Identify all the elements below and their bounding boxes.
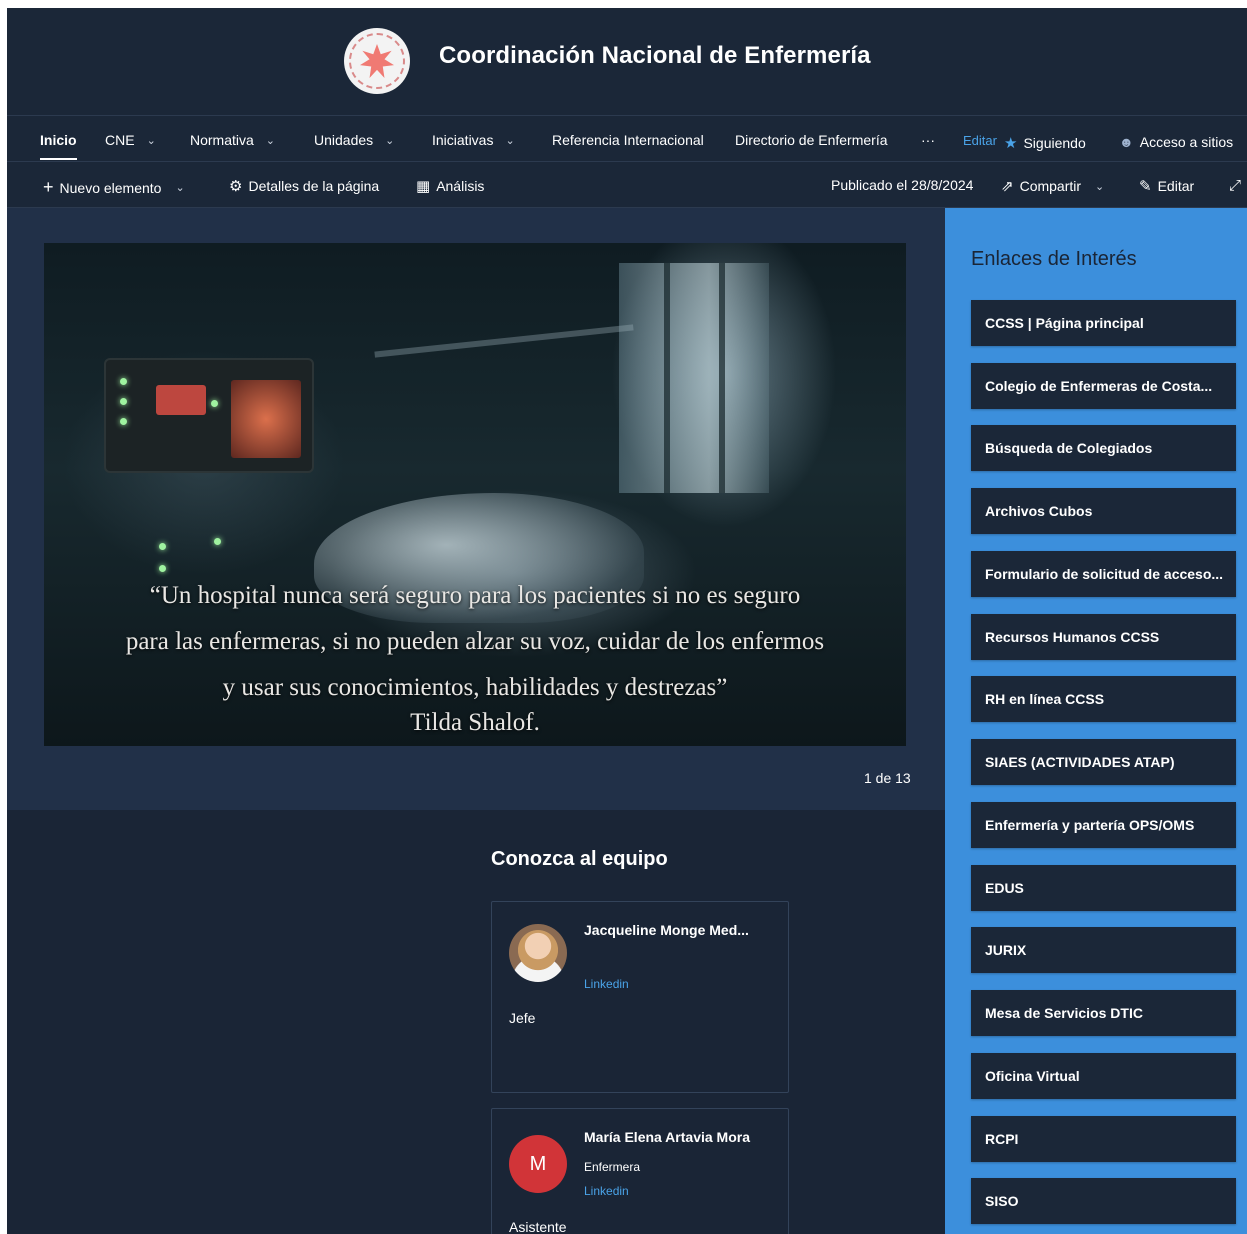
share-icon: ⇗	[1001, 178, 1014, 195]
new-item-button[interactable]: + Nuevo elemento ⌄	[43, 177, 185, 198]
star-icon: ★	[1004, 135, 1018, 152]
chevron-down-icon: ⌄	[1095, 180, 1105, 193]
nav-item-label: Normativa	[190, 132, 254, 148]
member-role: Jefe	[509, 1010, 536, 1026]
quote-line: y usar sus conocimientos, habilidades y …	[222, 674, 728, 701]
hero-carousel-section: “Un hospital nunca será seguro para los …	[7, 208, 945, 810]
people-icon: ☻	[1119, 134, 1134, 150]
quick-link-tile[interactable]: Búsqueda de Colegiados	[971, 425, 1236, 471]
chevron-down-icon: ⌄	[146, 134, 156, 147]
nav-item-label: Referencia Internacional	[552, 132, 704, 148]
avatar[interactable]: M	[509, 1135, 567, 1193]
quick-link-tile[interactable]: Formulario de solicitud de acceso...	[971, 551, 1236, 597]
plus-icon: +	[43, 177, 54, 197]
linkedin-link[interactable]: Linkedin	[584, 1184, 629, 1198]
edit-page-button[interactable]: ✎ Editar	[1139, 177, 1194, 195]
page-details-label: Detalles de la página	[248, 178, 380, 194]
quick-link-tile[interactable]: Colegio de Enfermeras de Costa...	[971, 363, 1236, 409]
chevron-down-icon: ⌄	[385, 134, 395, 147]
nav-item-unidades[interactable]: Unidades ⌄	[314, 132, 394, 148]
nav-item-normativa[interactable]: Normativa ⌄	[190, 132, 275, 148]
site-access-button[interactable]: ☻ Acceso a sitios	[1119, 134, 1233, 150]
hero-slide-image[interactable]: “Un hospital nunca será seguro para los …	[44, 243, 906, 746]
nav-item-directorio[interactable]: Directorio de Enfermería	[735, 132, 888, 148]
member-name[interactable]: Jacqueline Monge Med...	[584, 922, 749, 938]
sharepoint-page: Coordinación Nacional de Enfermería Inic…	[7, 8, 1247, 1234]
analytics-button[interactable]: ▦ Análisis	[416, 177, 484, 195]
share-label: Compartir	[1019, 178, 1082, 194]
more-icon: ···	[921, 132, 935, 148]
chevron-down-icon: ⌄	[175, 182, 185, 194]
quick-link-tile[interactable]: JURIX	[971, 927, 1236, 973]
avatar[interactable]	[509, 924, 567, 982]
nav-item-label: Directorio de Enfermería	[735, 132, 888, 148]
member-role: Asistente	[509, 1219, 567, 1234]
follow-label: Siguiendo	[1023, 135, 1086, 151]
nav-item-iniciativas[interactable]: Iniciativas ⌄	[432, 132, 515, 148]
nav-item-label: Unidades	[314, 132, 374, 148]
nav-item-referencia-internacional[interactable]: Referencia Internacional	[552, 132, 704, 148]
nav-item-inicio[interactable]: Inicio	[40, 132, 77, 160]
quick-link-tile[interactable]: SISO	[971, 1178, 1236, 1224]
hero-quote: “Un hospital nunca será seguro para los …	[44, 573, 906, 711]
quick-link-tile[interactable]: SIAES (ACTIVIDADES ATAP)	[971, 739, 1236, 785]
site-header: Coordinación Nacional de Enfermería	[7, 8, 1247, 116]
linkedin-link[interactable]: Linkedin	[584, 977, 629, 991]
chevron-down-icon: ⌄	[265, 134, 276, 147]
quick-link-tile[interactable]: EDUS	[971, 865, 1236, 911]
new-item-label: Nuevo elemento	[59, 179, 162, 196]
quick-link-tile[interactable]: Recursos Humanos CCSS	[971, 614, 1236, 660]
quick-link-tile[interactable]: Archivos Cubos	[971, 488, 1236, 534]
quote-line: para las enfermeras, si no pueden alzar …	[125, 628, 825, 655]
quick-link-tile[interactable]: CCSS | Página principal	[971, 300, 1236, 346]
expand-button[interactable]: ⤢	[1229, 177, 1241, 194]
nav-item-cne[interactable]: CNE ⌄	[105, 132, 156, 148]
nav-item-label: Iniciativas	[432, 132, 494, 148]
chevron-down-icon: ⌄	[505, 134, 515, 147]
nav-item-label: CNE	[105, 132, 135, 148]
site-access-label: Acceso a sitios	[1139, 134, 1234, 150]
share-button[interactable]: ⇗ Compartir ⌄	[1001, 177, 1104, 195]
analytics-label: Análisis	[436, 178, 485, 194]
expand-icon: ⤢	[1229, 177, 1242, 194]
page-details-button[interactable]: ⚙ Detalles de la página	[229, 177, 379, 195]
quote-line: “Un hospital nunca será seguro para los …	[149, 582, 801, 609]
quote-author: Tilda Shalof.	[410, 709, 540, 736]
member-name[interactable]: María Elena Artavia Mora	[584, 1129, 750, 1145]
logo-star-icon	[360, 44, 394, 78]
quick-links-title: Enlaces de Interés	[971, 248, 1137, 270]
hero-bed-rail	[374, 324, 634, 358]
nav-edit-link[interactable]: Editar	[963, 133, 997, 148]
quick-link-tile[interactable]: Mesa de Servicios DTIC	[971, 990, 1236, 1036]
site-title[interactable]: Coordinación Nacional de Enfermería	[439, 42, 871, 70]
gear-icon: ⚙	[229, 178, 243, 195]
published-status: Publicado el 28/8/2024	[831, 177, 974, 193]
team-member-card[interactable]: Jacqueline Monge Med... Linkedin Jefe	[491, 901, 789, 1093]
carousel-pager: 1 de 13	[864, 770, 911, 786]
nav-item-label: Inicio	[40, 132, 77, 148]
quick-link-tile[interactable]: Enfermería y partería OPS/OMS	[971, 802, 1236, 848]
quick-link-tile[interactable]: RCPI	[971, 1116, 1236, 1162]
logo-seal-ring	[349, 33, 405, 89]
command-bar: + Nuevo elemento ⌄ ⚙ Detalles de la pági…	[7, 162, 1247, 208]
top-navigation: Inicio CNE ⌄ Normativa ⌄ Unidades ⌄ Inic…	[7, 116, 1247, 162]
team-section-title: Conozca al equipo	[491, 848, 668, 870]
quick-link-tile[interactable]: Oficina Virtual	[971, 1053, 1236, 1099]
member-job-title: Enfermera	[584, 1160, 641, 1174]
site-logo[interactable]	[344, 28, 410, 94]
hero-medical-monitor	[104, 358, 314, 473]
edit-page-label: Editar	[1157, 178, 1195, 194]
pencil-icon: ✎	[1139, 178, 1152, 195]
chart-icon: ▦	[416, 178, 431, 195]
quick-link-tile[interactable]: RH en línea CCSS	[971, 676, 1236, 722]
quick-links-panel: Enlaces de Interés CCSS | Página princip…	[945, 208, 1247, 1234]
nav-more-button[interactable]: ···	[921, 132, 935, 148]
follow-button[interactable]: ★ Siguiendo	[1004, 134, 1086, 152]
hero-window-light	[619, 263, 769, 493]
team-member-card[interactable]: M María Elena Artavia Mora Enfermera Lin…	[491, 1108, 789, 1234]
